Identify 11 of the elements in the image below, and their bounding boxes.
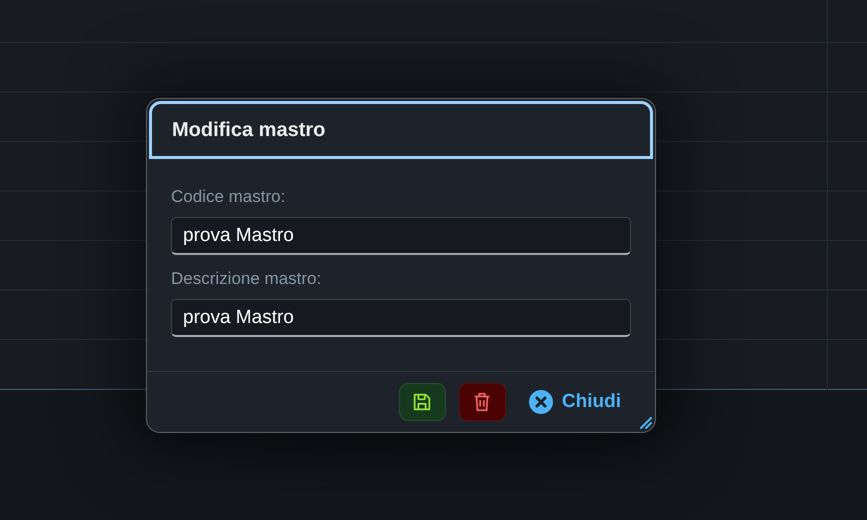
dialog-title: Modifica mastro [172,118,326,142]
input-field[interactable]: prova Mastro [171,217,631,255]
resize-handle-icon[interactable] [640,417,652,429]
field-label: Codice mastro: [171,187,286,207]
close-icon [528,390,553,414]
field-label: Descrizione mastro: [171,269,322,289]
save-icon [411,391,434,413]
close-button[interactable]: Chiudi [518,390,621,414]
delete-button[interactable] [458,383,506,421]
input-field[interactable]: prova Mastro [171,299,631,337]
save-button[interactable] [398,383,446,421]
